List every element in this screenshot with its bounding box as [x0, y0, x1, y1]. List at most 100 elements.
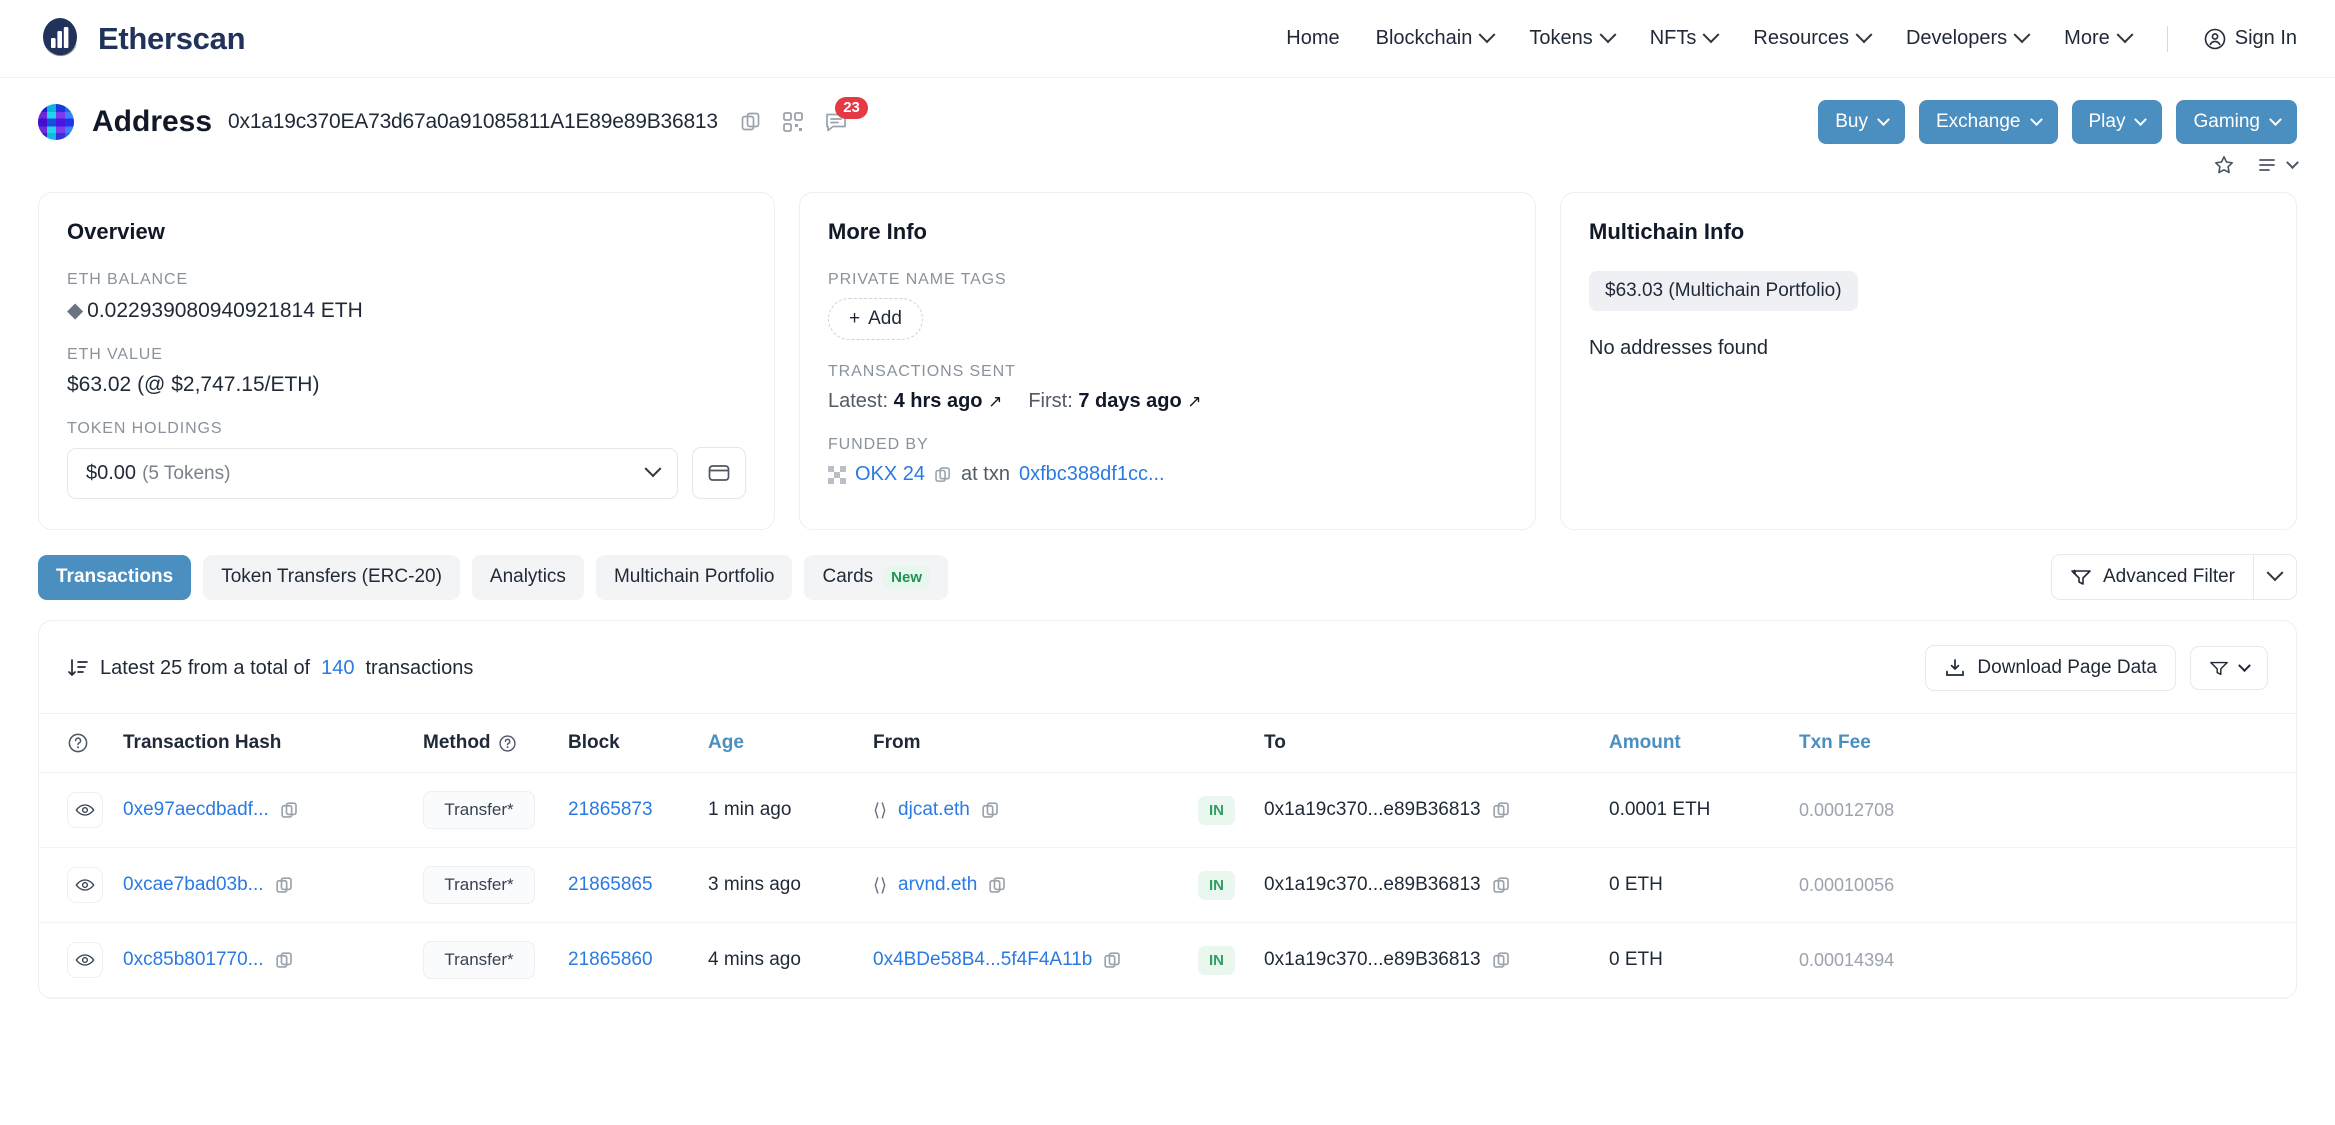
- column-header-txn-fee[interactable]: Txn Fee: [1789, 714, 2296, 773]
- tab-token-transfers[interactable]: Token Transfers (ERC-20): [203, 554, 460, 600]
- private-name-tags-block: PRIVATE NAME TAGS + Add: [828, 271, 1507, 340]
- eye-icon[interactable]: [67, 867, 103, 903]
- nav-item-nfts[interactable]: NFTs: [1650, 25, 1720, 50]
- chevron-down-icon: [1877, 112, 1890, 126]
- copy-icon[interactable]: [275, 951, 294, 970]
- advanced-filter-label: Advanced Filter: [2102, 566, 2235, 587]
- block-link[interactable]: 21865865: [568, 874, 653, 895]
- first-txn-value[interactable]: 7 days ago: [1078, 390, 1181, 412]
- cell-to: 0x1a19c370...e89B36813: [1254, 922, 1599, 998]
- eth-value-amount: $63.02 (@ $2,747.15/ETH): [67, 373, 320, 396]
- etherscan-logo[interactable]: Etherscan: [38, 16, 246, 62]
- tab-analytics[interactable]: Analytics: [471, 554, 584, 600]
- plus-icon: +: [849, 308, 861, 329]
- copy-icon[interactable]: [1492, 801, 1511, 820]
- column-header-amount[interactable]: Amount: [1599, 714, 1789, 773]
- copy-icon[interactable]: [280, 801, 299, 820]
- buy-button[interactable]: Buy: [1818, 100, 1905, 144]
- nav-item-tokens[interactable]: Tokens: [1529, 25, 1617, 50]
- add-name-tag-label: Add: [868, 308, 902, 329]
- private-name-tags-label: PRIVATE NAME TAGS: [828, 271, 1007, 288]
- column-header-age[interactable]: Age: [698, 714, 863, 773]
- nav-item-more[interactable]: More: [2064, 25, 2134, 50]
- nav-item-blockchain[interactable]: Blockchain: [1375, 25, 1496, 50]
- nav-item-label: More: [2064, 27, 2110, 49]
- copy-icon[interactable]: [275, 876, 294, 895]
- comments-icon[interactable]: 23: [824, 97, 868, 134]
- sign-in-button[interactable]: Sign In: [2204, 27, 2297, 50]
- table-row: 0xc85b801770... Transfer* 21865860 4 min…: [39, 922, 2296, 998]
- list-options-button[interactable]: [2257, 154, 2299, 176]
- nav-item-resources[interactable]: Resources: [1753, 25, 1873, 50]
- advanced-filter-button[interactable]: Advanced Filter: [2052, 555, 2253, 599]
- row-preview-cell: [39, 847, 113, 923]
- tab-label: Transactions: [56, 566, 174, 587]
- to-address-text: 0x1a19c370...e89B36813: [1264, 949, 1481, 970]
- help-circle-icon[interactable]: [498, 734, 517, 753]
- chevron-down-icon: [2029, 112, 2043, 126]
- nav-item-label: Blockchain: [1375, 27, 1473, 49]
- advanced-filter-dropdown-toggle[interactable]: [2253, 555, 2296, 599]
- transaction-hash-link[interactable]: 0xc85b801770...: [123, 949, 264, 971]
- tab-transactions[interactable]: Transactions: [38, 554, 192, 600]
- transactions-sent-label: TRANSACTIONS SENT: [828, 363, 1016, 380]
- funded-by-name[interactable]: OKX 24: [855, 463, 925, 486]
- exchange-button[interactable]: Exchange: [1918, 100, 2058, 144]
- nav-item-home[interactable]: Home: [1286, 27, 1339, 50]
- eye-icon[interactable]: [67, 942, 103, 978]
- chevron-down-icon: [644, 460, 662, 478]
- copy-icon[interactable]: [934, 466, 952, 484]
- block-link[interactable]: 21865860: [568, 949, 653, 970]
- tab-cards[interactable]: Cards New: [804, 554, 948, 600]
- from-address-link[interactable]: djcat.eth: [898, 799, 970, 821]
- method-pill[interactable]: Transfer*: [423, 866, 535, 904]
- help-circle-icon[interactable]: [67, 732, 103, 754]
- favorite-star-icon[interactable]: [2213, 154, 2235, 176]
- copy-icon[interactable]: [1492, 876, 1511, 895]
- header-action-buttons: Buy Exchange Play Gaming: [1818, 100, 2297, 144]
- method-pill[interactable]: Transfer*: [423, 941, 535, 979]
- table-filter-button[interactable]: [2190, 646, 2268, 690]
- from-address-link[interactable]: arvnd.eth: [898, 874, 977, 896]
- chevron-down-icon: [2116, 25, 2134, 43]
- from-address-link[interactable]: 0x4BDe58B4...5f4F4A11b: [873, 949, 1092, 971]
- block-link[interactable]: 21865873: [568, 799, 653, 820]
- nav-item-developers[interactable]: Developers: [1906, 25, 2031, 50]
- add-name-tag-button[interactable]: + Add: [828, 298, 923, 340]
- transaction-hash-link[interactable]: 0xe97aecdbadf...: [123, 799, 269, 821]
- gaming-button-label: Gaming: [2193, 111, 2260, 132]
- method-pill[interactable]: Transfer*: [423, 791, 535, 829]
- copy-icon[interactable]: [1492, 951, 1511, 970]
- direction-badge: IN: [1198, 945, 1235, 975]
- cell-to: 0x1a19c370...e89B36813: [1254, 847, 1599, 923]
- eye-icon[interactable]: [67, 792, 103, 828]
- transactions-panel-header: Latest 25 from a total of 140 transactio…: [39, 621, 2296, 714]
- tab-multichain-portfolio[interactable]: Multichain Portfolio: [595, 554, 793, 600]
- wallet-button[interactable]: [692, 447, 746, 499]
- latest-txn-value[interactable]: 4 hrs ago: [894, 390, 983, 412]
- gaming-button[interactable]: Gaming: [2176, 100, 2297, 144]
- funded-txn-hash[interactable]: 0xfbc388df1cc...: [1019, 463, 1165, 486]
- cell-method: Transfer*: [413, 772, 558, 848]
- tab-label: Analytics: [489, 566, 566, 587]
- multichain-portfolio-badge[interactable]: $63.03 (Multichain Portfolio): [1589, 271, 1858, 311]
- cell-age: 4 mins ago: [698, 922, 863, 998]
- summary-total-count[interactable]: 140: [321, 657, 354, 680]
- transaction-hash-link[interactable]: 0xcae7bad03b...: [123, 874, 264, 896]
- token-holdings-dropdown[interactable]: $0.00 (5 Tokens): [67, 447, 678, 499]
- play-button[interactable]: Play: [2071, 100, 2163, 144]
- cell-txn-fee: 0.00014394: [1789, 922, 2296, 998]
- download-page-data-button[interactable]: Download Page Data: [1925, 645, 2176, 691]
- new-badge: New: [883, 565, 930, 589]
- qr-code-icon[interactable]: [782, 111, 804, 133]
- okx-logo-icon: [828, 465, 846, 484]
- copy-icon[interactable]: [981, 801, 1000, 820]
- copy-icon[interactable]: [1103, 951, 1122, 970]
- table-row: 0xcae7bad03b... Transfer* 21865865 3 min…: [39, 847, 2296, 923]
- cell-from: 0x4BDe58B4...5f4F4A11b: [863, 922, 1188, 998]
- download-page-data-label: Download Page Data: [1977, 657, 2157, 678]
- transactions-table-header: Transaction Hash Method Block Age From T…: [39, 714, 2296, 773]
- token-holdings-amount: $0.00: [86, 461, 137, 484]
- copy-icon[interactable]: [740, 111, 762, 133]
- copy-icon[interactable]: [988, 876, 1007, 895]
